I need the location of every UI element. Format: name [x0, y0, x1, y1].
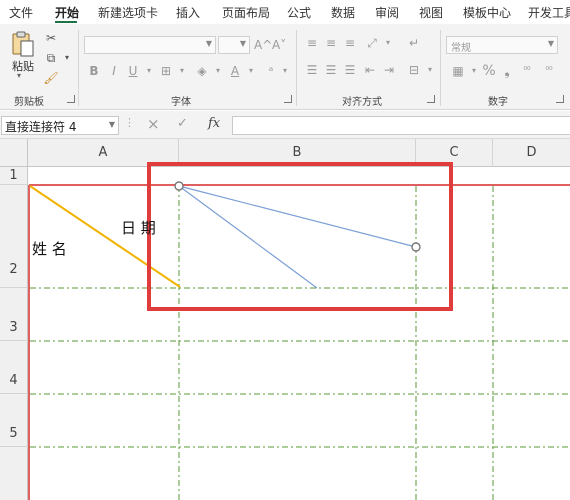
align-bottom-icon[interactable]: ≡: [341, 35, 359, 51]
active-tab-indicator: [55, 21, 77, 23]
tab-file[interactable]: 文件: [9, 4, 33, 21]
wrap-text-icon[interactable]: ↵: [405, 35, 423, 51]
tab-data[interactable]: 数据: [331, 4, 355, 21]
connector-start-handle[interactable]: [174, 181, 184, 191]
alignment-dialog-launcher-icon[interactable]: [427, 95, 435, 103]
number-dialog-launcher-icon[interactable]: [556, 95, 564, 103]
chevron-down-icon: ▼: [547, 39, 554, 48]
cell-header-name: 姓 名: [32, 240, 67, 258]
group-divider: [440, 30, 441, 106]
ribbon: 粘贴 ▾ ✂ ⧉ ▾ 🖌 剪贴板 ▼ ▼ A^ A˅ B I U ▾ ⊞ ▾ ◈…: [0, 24, 570, 110]
paste-icon[interactable]: [10, 30, 36, 58]
increase-decimal-icon[interactable]: ⁰⁰: [518, 63, 536, 79]
align-left-icon[interactable]: ☰: [303, 62, 321, 78]
chevron-down-icon[interactable]: ▼: [109, 120, 115, 129]
formula-bar: 直接连接符 4 ▼ ⋮ × ✓ fx: [0, 111, 570, 139]
underline-dropdown-icon[interactable]: ▾: [140, 63, 158, 79]
cell-a2-diagonal: [29, 185, 181, 288]
font-color-dropdown-icon[interactable]: ▾: [242, 63, 260, 79]
more-options-icon[interactable]: ⋮: [124, 116, 135, 129]
font-group-label: 字体: [171, 97, 191, 108]
comma-style-icon[interactable]: ❟: [498, 63, 516, 79]
copy-dropdown-icon[interactable]: ▾: [58, 50, 76, 66]
increase-indent-icon[interactable]: ⇥: [380, 62, 398, 78]
connector-line-upper[interactable]: [178, 185, 417, 248]
clipboard-dialog-launcher-icon[interactable]: [67, 95, 75, 103]
font-size-combo[interactable]: ▼: [218, 36, 250, 54]
tab-developer[interactable]: 开发工具: [528, 4, 570, 21]
align-right-icon[interactable]: ☰: [341, 62, 359, 78]
ribbon-tab-bar: 文件 开始 新建选项卡 插入 页面布局 公式 数据 审阅 视图 模板中心 开发工…: [0, 0, 570, 24]
name-box[interactable]: 直接连接符 4 ▼: [1, 116, 119, 135]
clipboard-group-label: 剪贴板: [14, 97, 44, 108]
cell-drawing-layer: [28, 162, 570, 500]
align-top-icon[interactable]: ≡: [303, 35, 321, 51]
formula-input[interactable]: [232, 116, 570, 135]
fill-color-dropdown-icon[interactable]: ▾: [209, 63, 227, 79]
tab-new[interactable]: 新建选项卡: [98, 4, 158, 21]
font-dialog-launcher-icon[interactable]: [284, 95, 292, 103]
cancel-icon[interactable]: ×: [147, 115, 160, 133]
paste-button[interactable]: 粘贴: [12, 58, 34, 74]
paste-dropdown-icon[interactable]: ▾: [17, 71, 21, 80]
insert-function-icon[interactable]: fx: [208, 116, 220, 131]
number-format-combo[interactable]: 常规 ▼: [446, 36, 558, 54]
decrease-font-size-icon[interactable]: A˅: [272, 37, 286, 53]
dashed-gridlines: [30, 186, 570, 500]
align-center-icon[interactable]: ☰: [322, 62, 340, 78]
connector-line-lower[interactable]: [178, 185, 318, 289]
number-format-value: 常规: [451, 43, 471, 54]
enter-icon[interactable]: ✓: [177, 116, 188, 131]
percent-style-icon[interactable]: %: [480, 63, 498, 79]
decrease-indent-icon[interactable]: ⇤: [361, 62, 379, 78]
merge-dropdown-icon[interactable]: ▾: [421, 62, 439, 78]
connector-end-handle[interactable]: [411, 242, 421, 252]
alignment-group-label: 对齐方式: [342, 97, 382, 108]
tab-home[interactable]: 开始: [55, 4, 79, 21]
tab-review[interactable]: 审阅: [375, 4, 399, 21]
tab-insert[interactable]: 插入: [176, 4, 200, 21]
tab-view[interactable]: 视图: [419, 4, 443, 21]
group-divider: [296, 30, 297, 106]
name-box-value: 直接连接符 4: [5, 120, 77, 134]
tab-template-center[interactable]: 模板中心: [463, 4, 511, 21]
chevron-down-icon: ▼: [239, 39, 246, 48]
cell-header-date: 日 期: [121, 219, 156, 237]
italic-icon[interactable]: I: [105, 63, 123, 79]
worksheet-grid[interactable]: A B C D 1 2 3 4 5 日 期 姓 名: [0, 139, 570, 500]
orientation-dropdown-icon[interactable]: ▾: [379, 35, 397, 51]
cut-icon[interactable]: ✂: [42, 30, 60, 46]
number-group-label: 数字: [488, 97, 508, 108]
group-divider: [78, 30, 79, 106]
decrease-decimal-icon[interactable]: ⁰⁰: [540, 63, 558, 79]
font-name-combo[interactable]: ▼: [84, 36, 216, 54]
format-painter-icon[interactable]: 🖌: [42, 70, 60, 86]
bold-icon[interactable]: B: [85, 63, 103, 79]
borders-dropdown-icon[interactable]: ▾: [173, 63, 191, 79]
tab-formulas[interactable]: 公式: [287, 4, 311, 21]
align-middle-icon[interactable]: ≡: [322, 35, 340, 51]
chevron-down-icon: ▼: [205, 39, 212, 48]
increase-font-size-icon[interactable]: A^: [254, 37, 272, 53]
phonetic-dropdown-icon[interactable]: ▾: [276, 63, 294, 79]
tab-page-layout[interactable]: 页面布局: [222, 4, 270, 21]
